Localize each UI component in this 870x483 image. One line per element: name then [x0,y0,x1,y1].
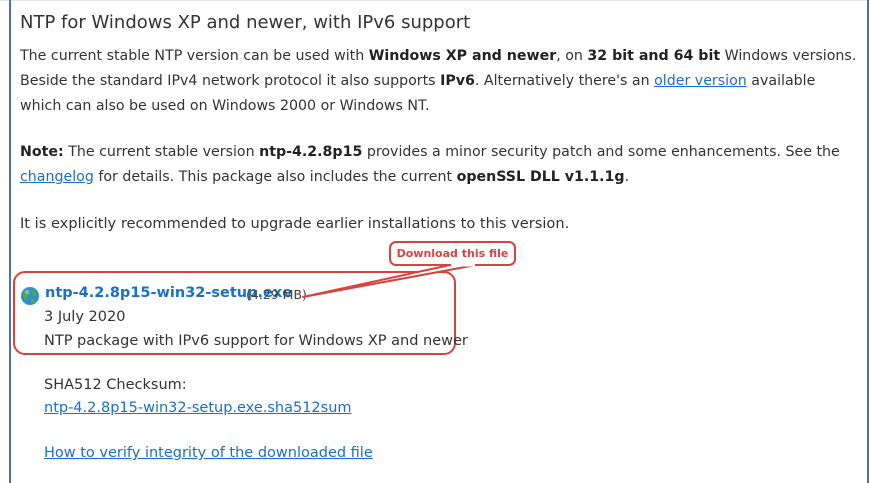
checksum-label: SHA512 Checksum: [44,377,187,393]
note-label: Note: [20,144,64,160]
intro-paragraph: The current stable NTP version can be us… [20,44,860,119]
intro-text: , on [556,48,588,64]
note-version: ntp-4.2.8p15 [259,144,363,160]
note-text: for details. This package also includes … [93,169,457,185]
checksum-link[interactable]: ntp-4.2.8p15-win32-setup.exe.sha512sum [44,400,352,416]
release-date: 3 July 2020 [44,309,126,325]
download-callout: Download this file [389,241,516,266]
note-openssl: openSSL DLL v1.1.1g [456,169,625,185]
intro-bold-os: Windows XP and newer [368,48,557,64]
intro-bold-arch: 32 bit and 64 bit [587,48,721,64]
package-description: NTP package with IPv6 support for Window… [44,333,468,349]
top-border [0,0,870,1]
changelog-link[interactable]: changelog [20,169,94,185]
note-text: The current stable version [63,144,260,160]
intro-bold-ipv6: IPv6 [440,73,475,89]
file-size: (4.29 MB) [246,287,307,302]
verify-integrity-link[interactable]: How to verify integrity of the downloade… [44,445,373,461]
right-frame-border [867,0,869,483]
section-title: NTP for Windows XP and newer, with IPv6 … [20,12,471,33]
note-text: . [624,169,630,185]
globe-icon [21,287,39,305]
note-text: provides a minor security patch and some… [362,144,840,160]
intro-text: . Alternatively there's an [474,73,655,89]
left-frame-border [9,0,11,483]
recommendation-text: It is explicitly recommended to upgrade … [20,215,570,232]
older-version-link[interactable]: older version [654,73,747,89]
note-paragraph: Note: The current stable version ntp-4.2… [20,140,860,190]
intro-text: The current stable NTP version can be us… [20,48,369,64]
